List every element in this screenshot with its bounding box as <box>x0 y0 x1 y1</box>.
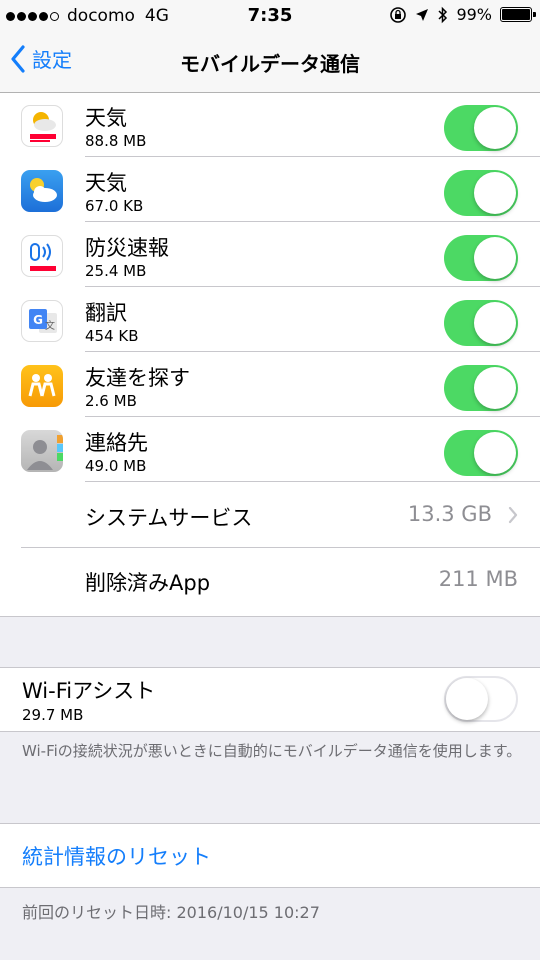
deleted-apps-value: 211 MB <box>438 567 518 591</box>
cellular-toggle[interactable] <box>444 170 518 216</box>
list-item: 友達を探す 2.6 MB <box>0 353 540 417</box>
reset-statistics-button[interactable]: 統計情報のリセット <box>22 841 211 871</box>
bluetooth-icon <box>438 6 448 23</box>
wifi-assist-description: Wi-Fiの接続状況が悪いときに自動的にモバイルデータ通信を使用します。 <box>22 742 522 760</box>
yahoo-disaster-alert-icon <box>21 235 63 277</box>
system-services-value: 13.3 GB <box>407 502 492 526</box>
chevron-right-icon <box>508 506 518 524</box>
wifi-assist-row: Wi-Fiアシスト 29.7 MB <box>0 667 540 732</box>
cellular-toggle[interactable] <box>444 430 518 476</box>
wifi-assist-toggle[interactable] <box>444 676 518 722</box>
status-bar: docomo 4G 7:35 99% <box>0 0 540 32</box>
deleted-apps-row: 削除済みApp 211 MB <box>0 549 540 613</box>
status-right: 99% <box>389 5 536 24</box>
svg-text:文: 文 <box>45 319 55 332</box>
app-data-size: 49.0 MB <box>85 457 147 475</box>
contacts-icon <box>21 430 63 472</box>
app-data-size: 67.0 KB <box>85 197 144 215</box>
last-reset-text: 前回のリセット日時: 2016/10/15 10:27 <box>22 903 320 922</box>
battery-level <box>502 9 530 20</box>
reset-row[interactable]: 統計情報のリセット <box>0 823 540 888</box>
app-name: 連絡先 <box>85 431 148 455</box>
cellular-toggle[interactable] <box>444 300 518 346</box>
app-name: 翻訳 <box>85 301 127 325</box>
find-friends-icon <box>21 365 63 407</box>
app-name: 防災速報 <box>85 236 169 260</box>
list-item: 天気 88.8 MB <box>0 93 540 157</box>
battery-percent: 99% <box>456 5 492 24</box>
weather-icon <box>21 170 63 212</box>
google-translate-icon: G 文 <box>21 300 63 342</box>
page-title: モバイルデータ通信 <box>180 52 360 76</box>
system-services-row[interactable]: システムサービス 13.3 GB <box>0 484 540 548</box>
app-name: 天気 <box>85 171 127 195</box>
app-name: 友達を探す <box>85 366 190 390</box>
app-data-size: 88.8 MB <box>85 132 147 150</box>
cellular-toggle[interactable] <box>444 235 518 281</box>
wifi-assist-size: 29.7 MB <box>22 706 84 724</box>
list-item: 防災速報 25.4 MB <box>0 223 540 287</box>
navigation-bar: 設定 モバイルデータ通信 <box>0 32 540 93</box>
deleted-apps-label: 削除済みApp <box>85 571 211 595</box>
system-services-label: システムサービス <box>85 506 253 530</box>
app-data-size: 2.6 MB <box>85 392 137 410</box>
location-icon <box>416 8 429 21</box>
list-item: G 文 翻訳 454 KB <box>0 288 540 352</box>
list-item: 天気 67.0 KB <box>0 158 540 222</box>
wifi-assist-label: Wi-Fiアシスト <box>22 679 156 703</box>
yahoo-weather-icon <box>21 105 63 147</box>
battery-icon <box>500 7 536 22</box>
svg-text:G: G <box>33 313 43 327</box>
cellular-toggle[interactable] <box>444 365 518 411</box>
app-data-size: 454 KB <box>85 327 139 345</box>
app-name: 天気 <box>85 106 127 130</box>
cellular-toggle[interactable] <box>444 105 518 151</box>
app-data-size: 25.4 MB <box>85 262 147 280</box>
orientation-lock-icon <box>390 6 407 23</box>
app-data-list: 天気 88.8 MB 天気 67.0 KB 防災速報 25.4 MB G 文 翻… <box>0 93 540 617</box>
list-item: 連絡先 49.0 MB <box>0 418 540 482</box>
